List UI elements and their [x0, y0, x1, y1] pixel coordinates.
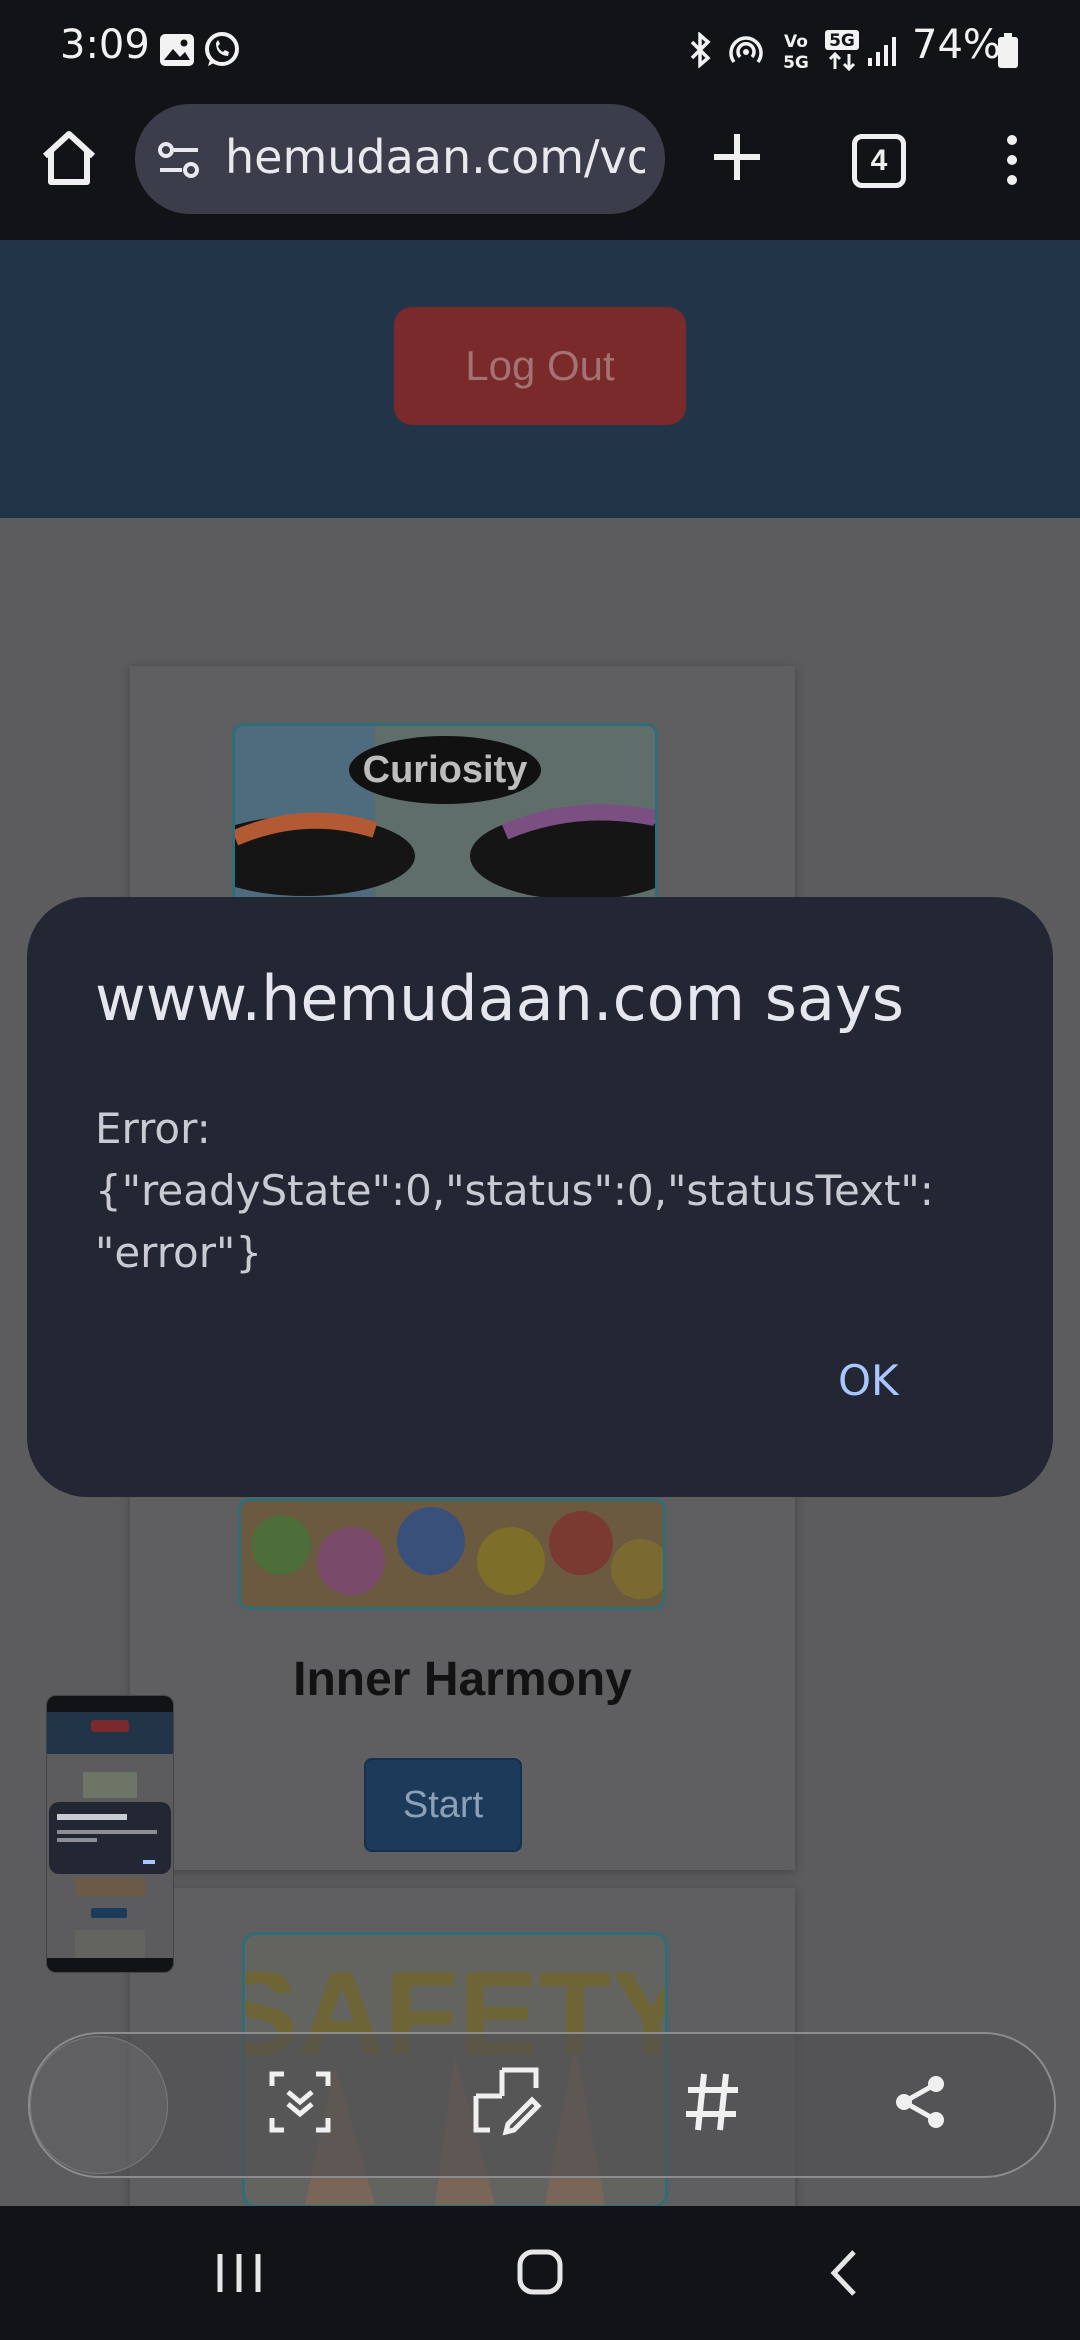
share-icon[interactable] — [890, 2072, 950, 2132]
status-time: 3:09 — [60, 22, 150, 68]
whatsapp-notification-icon — [205, 32, 239, 66]
signal-icon — [868, 37, 896, 66]
scroll-capture-icon[interactable] — [268, 2070, 332, 2134]
curiosity-image-text: Curiosity — [363, 749, 528, 791]
site-settings-icon[interactable] — [154, 136, 204, 186]
battery-icon — [998, 33, 1018, 68]
svg-text:Vo: Vo — [784, 32, 808, 52]
hands-image — [238, 1498, 666, 1610]
home-nav-icon[interactable] — [516, 2248, 564, 2296]
bluetooth-icon — [690, 32, 711, 68]
url-text[interactable]: hemudaan.com/vo — [225, 130, 645, 184]
hotspot-icon — [729, 36, 763, 64]
5g-data-icon: 5G — [825, 30, 859, 72]
tabs-icon[interactable]: 4 — [852, 134, 906, 188]
dialog-title: www.hemudaan.com says — [95, 962, 905, 1035]
more-vert-icon[interactable] — [996, 132, 1028, 188]
start-button[interactable]: Start — [364, 1758, 522, 1852]
back-icon[interactable] — [826, 2248, 860, 2298]
ok-button[interactable]: OK — [838, 1356, 899, 1405]
card-title: Inner Harmony — [293, 1653, 632, 1706]
home-icon[interactable] — [36, 126, 102, 192]
draw-icon[interactable] — [472, 2066, 542, 2136]
svg-text:5G: 5G — [829, 31, 855, 51]
screenshot-preview[interactable] — [46, 1695, 174, 1973]
svg-text:5G: 5G — [783, 53, 809, 72]
gallery-notification-icon — [160, 34, 194, 66]
battery-percent: 74% — [912, 22, 1001, 68]
new-tab-icon[interactable] — [710, 130, 764, 184]
status-bar: 3:09 Vo 5G 5G 74% — [0, 0, 1080, 100]
logout-button[interactable]: Log Out — [394, 307, 686, 425]
dialog-message: Error: {"readyState":0,"status":0,"statu… — [95, 1104, 934, 1277]
screenshot-thumbnail[interactable] — [30, 2036, 168, 2174]
hashtag-icon[interactable] — [682, 2070, 742, 2134]
volte-5g-icon: Vo 5G — [783, 32, 809, 72]
recents-icon[interactable] — [214, 2250, 264, 2296]
curiosity-image: Curiosity — [232, 723, 658, 909]
